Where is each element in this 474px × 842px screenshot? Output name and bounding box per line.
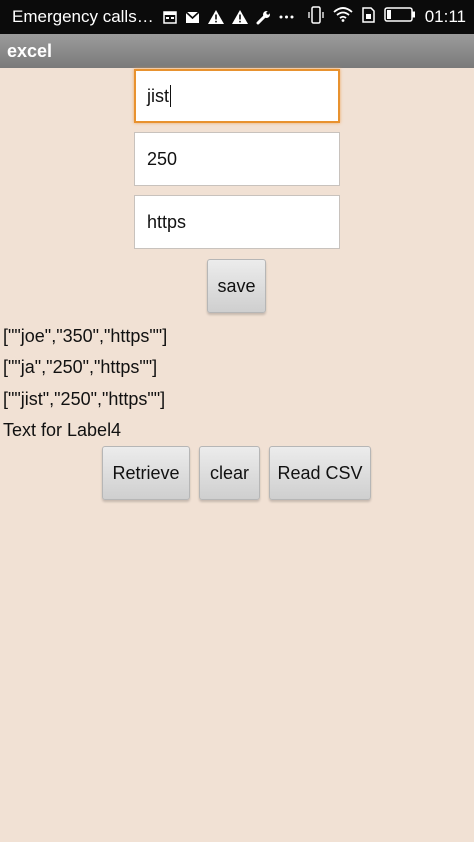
retrieve-button[interactable]: Retrieve: [102, 446, 190, 500]
system-icons: 01:11: [308, 5, 474, 29]
notification-text: Emergency calls…: [12, 7, 154, 26]
notification-icons: [162, 10, 294, 25]
warning-icon: [207, 10, 224, 24]
warning-icon: [231, 10, 248, 24]
text-field-name[interactable]: jist: [134, 69, 340, 123]
text-field-name-value: jist: [147, 85, 169, 106]
text-field-value-value: 250: [147, 148, 178, 169]
wifi-icon: [333, 7, 353, 27]
clock: 01:11: [424, 7, 466, 26]
more-icon: [279, 14, 294, 20]
vibrate-icon: [308, 5, 324, 29]
text-field-value[interactable]: 250: [134, 132, 340, 186]
save-button[interactable]: save: [207, 259, 266, 313]
battery-icon: [383, 7, 416, 27]
status-bar: Emergency calls… 01:11: [0, 0, 474, 34]
text-field-url[interactable]: https: [134, 195, 340, 249]
gmail-icon: [185, 10, 200, 24]
read-csv-button[interactable]: Read CSV: [269, 446, 371, 500]
clear-button[interactable]: clear: [199, 446, 260, 500]
text-cursor: [170, 85, 171, 107]
sim-icon: [361, 6, 375, 28]
label-row-1: [""joe","350","https""]: [3, 326, 168, 346]
text-field-url-value: https: [147, 211, 187, 232]
wrench-icon: [256, 10, 271, 25]
label-4: Text for Label4: [3, 420, 122, 440]
app-title: excel: [7, 40, 53, 61]
label-row-3: [""jist","250","https""]: [3, 389, 166, 409]
calendar-icon: [162, 10, 177, 24]
label-row-2: [""ja","250","https""]: [3, 357, 158, 377]
app-title-bar: excel: [0, 34, 474, 68]
